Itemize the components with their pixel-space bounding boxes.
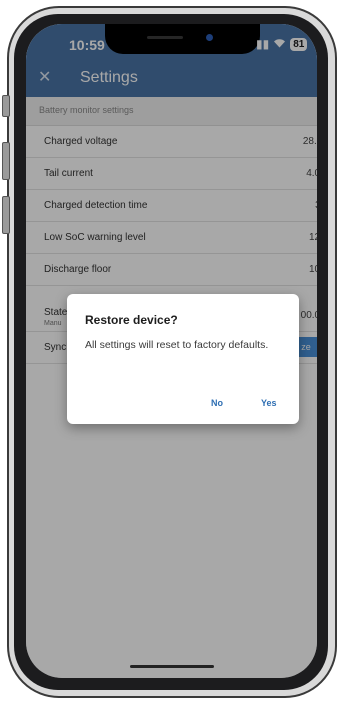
screen: 10:59 ▮▮ 81 ✕ Settings ⋮ Battery monitor… [26,24,317,678]
yes-button[interactable]: Yes [261,398,277,408]
home-indicator[interactable] [130,665,214,668]
dialog-title: Restore device? [85,313,178,327]
restore-dialog: Restore device? All settings will reset … [67,294,299,424]
side-button-mute [2,95,10,117]
dialog-message: All settings will reset to factory defau… [85,339,269,351]
side-button-volume-down [2,196,10,234]
side-button-volume-up [2,142,10,180]
no-button[interactable]: No [211,398,223,408]
